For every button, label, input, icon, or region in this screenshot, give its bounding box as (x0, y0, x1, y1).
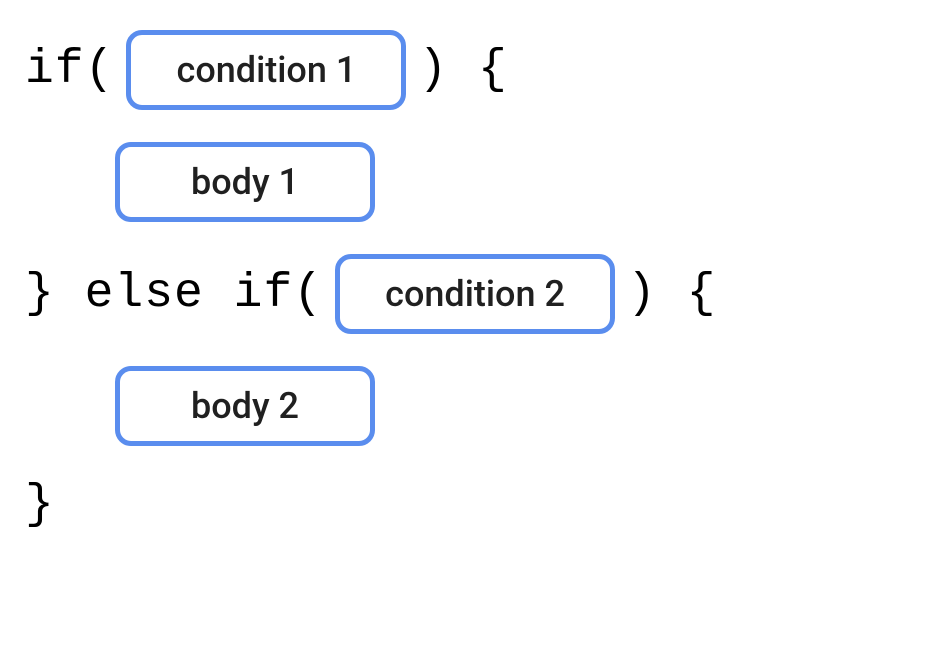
brace-close: } (25, 478, 55, 532)
placeholder-condition-2: condition 2 (335, 254, 615, 334)
line-else-if: } else if( condition 2 ) { (25, 254, 917, 334)
line-body-2: body 2 (115, 366, 917, 446)
line-close: } (25, 478, 917, 532)
code-diagram: if( condition 1 ) { body 1 } else if( co… (25, 30, 917, 532)
placeholder-body-1: body 1 (115, 142, 375, 222)
paren-close-brace-open-1: ) { (418, 43, 507, 97)
line-if: if( condition 1 ) { (25, 30, 917, 110)
keyword-else-if-open: } else if( (25, 267, 323, 321)
line-body-1: body 1 (115, 142, 917, 222)
paren-close-brace-open-2: ) { (627, 267, 716, 321)
placeholder-body-2: body 2 (115, 366, 375, 446)
placeholder-condition-1: condition 1 (126, 30, 406, 110)
keyword-if-open: if( (25, 43, 114, 97)
